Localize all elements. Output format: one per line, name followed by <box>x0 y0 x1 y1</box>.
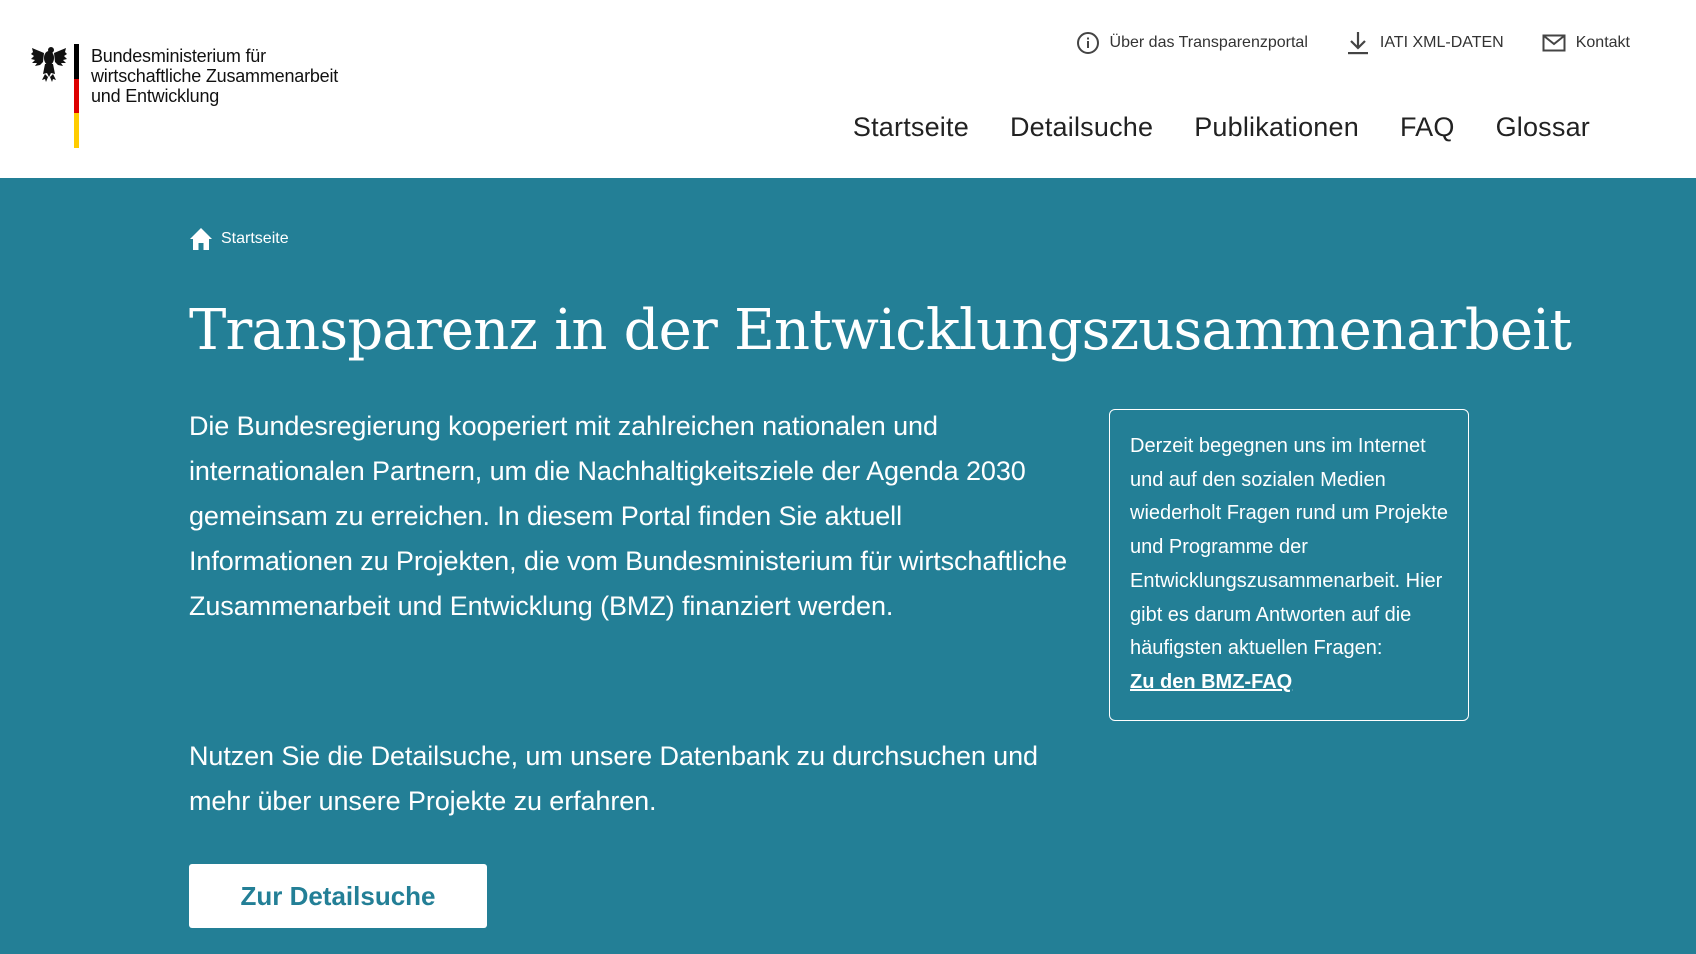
ministry-name-line2: wirtschaftliche Zusammenarbeit <box>91 66 339 86</box>
nav-item-startseite[interactable]: Startseite <box>853 112 969 143</box>
info-icon <box>1076 32 1099 54</box>
breadcrumb: Startseite <box>189 227 289 251</box>
contact-label: Kontakt <box>1575 34 1630 51</box>
download-icon <box>1347 32 1368 55</box>
bmz-logo[interactable]: Bundesministerium für wirtschaftliche Zu… <box>30 44 338 149</box>
about-portal-label: Über das Transparenzportal <box>1109 34 1308 51</box>
faq-info-body: Derzeit begegnen uns im Internet und auf… <box>1130 435 1448 660</box>
mail-icon <box>1542 34 1566 52</box>
faq-info-box: Derzeit begegnen uns im Internet und auf… <box>1109 409 1469 721</box>
ministry-name-line1: Bundesministerium für <box>91 46 266 66</box>
nav-item-glossar[interactable]: Glossar <box>1496 112 1590 143</box>
bmz-faq-link[interactable]: Zu den BMZ-FAQ <box>1130 666 1292 700</box>
federal-eagle-icon <box>31 47 67 82</box>
main-navigation: Startseite Detailsuche Publikationen FAQ… <box>853 112 1590 143</box>
hero-section: Startseite Transparenz in der Entwicklun… <box>0 178 1696 954</box>
ministry-name-line3: und Entwicklung <box>91 86 220 106</box>
home-icon[interactable] <box>189 227 213 251</box>
nav-item-detailsuche[interactable]: Detailsuche <box>1010 112 1153 143</box>
faq-info-text: Derzeit begegnen uns im Internet und auf… <box>1130 430 1448 700</box>
iati-xml-download-link[interactable]: IATI XML-DATEN <box>1346 30 1504 56</box>
service-navigation: Über das Transparenzportal IATI XML-DATE… <box>1076 30 1630 56</box>
detailsearch-button[interactable]: Zur Detailsuche <box>189 864 487 928</box>
nav-item-publikationen[interactable]: Publikationen <box>1194 112 1359 143</box>
site-header: Bundesministerium für wirtschaftliche Zu… <box>0 0 1696 178</box>
iati-xml-label: IATI XML-DATEN <box>1379 34 1504 51</box>
detailsearch-hint-paragraph: Nutzen Sie die Detailsuche, um unsere Da… <box>189 741 1038 816</box>
page-title: Transparenz in der Entwicklungszusammena… <box>189 298 1572 363</box>
nav-item-faq[interactable]: FAQ <box>1400 112 1455 143</box>
intro-paragraph: Die Bundesregierung kooperiert mit zahlr… <box>189 411 1068 621</box>
about-portal-link[interactable]: Über das Transparenzportal <box>1076 31 1308 55</box>
german-flag-bar <box>74 44 79 149</box>
contact-link[interactable]: Kontakt <box>1542 34 1630 52</box>
ministry-name: Bundesministerium für wirtschaftliche Zu… <box>91 46 338 106</box>
breadcrumb-startseite[interactable]: Startseite <box>221 230 289 248</box>
